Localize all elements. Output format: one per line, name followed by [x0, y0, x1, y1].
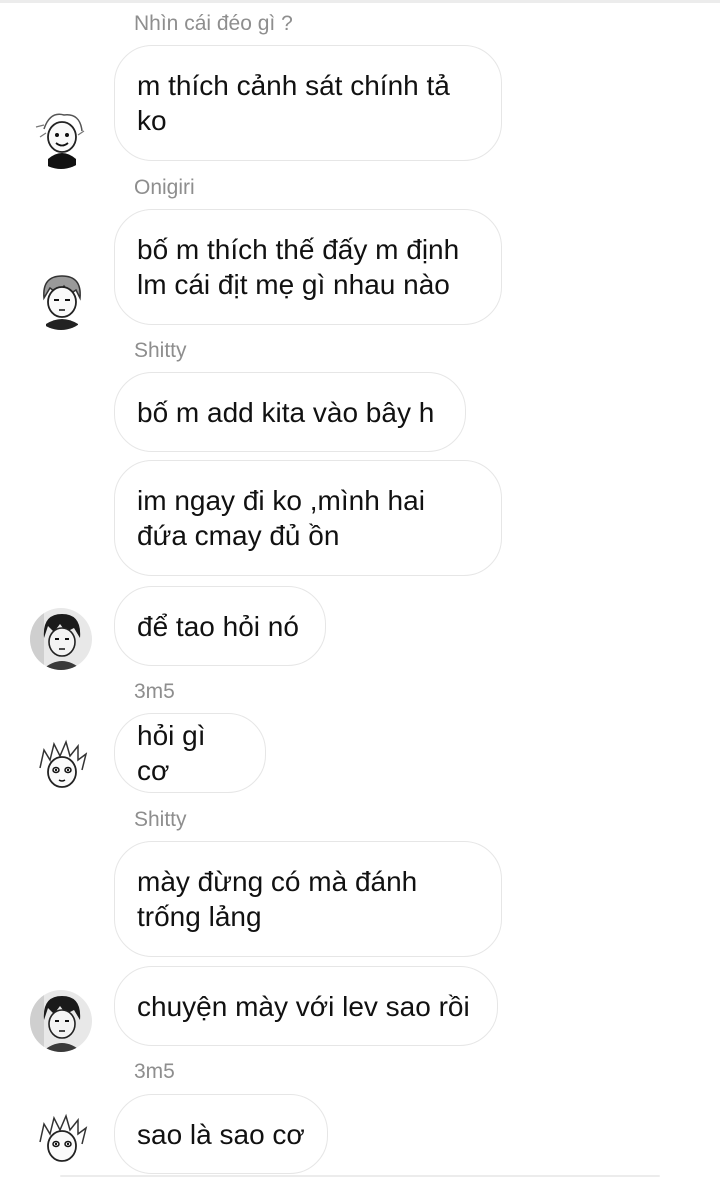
message-bubble[interactable]: sao là sao cơ [114, 1094, 328, 1174]
message-bubble[interactable]: hỏi gì cơ [114, 713, 266, 793]
message-bubble[interactable]: m thích cảnh sát chính tả ko [114, 45, 502, 161]
message-text: chuyện mày với lev sao rồi [137, 990, 470, 1022]
message-text: sao là sao cơ [137, 1118, 305, 1150]
message-bubble[interactable]: bố m add kita vào bây h [114, 372, 466, 452]
sender-name: 3m5 [134, 1060, 175, 1083]
message-text: mày đừng có mà đánh trống lảng [137, 866, 418, 932]
message-bubble[interactable]: chuyện mày với lev sao rồi [114, 966, 498, 1046]
message-text: bố m thích thế đấy m định lm cái địt mẹ … [137, 234, 460, 300]
sender-name: Shitty [134, 808, 187, 831]
message-bubble[interactable]: để tao hỏi nó [114, 586, 326, 666]
top-divider [0, 0, 720, 3]
avatar-blond-smiling-icon[interactable] [30, 107, 92, 169]
sender-name: Onigiri [134, 176, 195, 199]
sender-name: Nhìn cái đéo gì ? [134, 12, 293, 35]
message-text: hỏi gì cơ [137, 720, 206, 786]
message-text: bố m add kita vào bây h [137, 396, 435, 428]
message-text: để tao hỏi nó [137, 610, 299, 642]
message-bubble[interactable]: mày đừng có mà đánh trống lảng [114, 841, 502, 957]
avatar-dark-hair-icon[interactable] [30, 608, 92, 670]
composer-divider [60, 1175, 660, 1177]
message-text: im ngay đi ko ,mình hai đứa cmay đủ ồn [137, 485, 425, 551]
avatar-gray-hair-icon[interactable] [30, 268, 92, 330]
message-bubble[interactable]: im ngay đi ko ,mình hai đứa cmay đủ ồn [114, 460, 502, 576]
message-bubble[interactable]: bố m thích thế đấy m định lm cái địt mẹ … [114, 209, 502, 325]
avatar-spiky-blond-icon[interactable] [30, 1112, 92, 1162]
avatar-spiky-blond-icon[interactable] [30, 738, 92, 800]
message-text: m thích cảnh sát chính tả ko [137, 70, 450, 136]
avatar-dark-hair-icon[interactable] [30, 990, 92, 1052]
sender-name: 3m5 [134, 680, 175, 703]
sender-name: Shitty [134, 339, 187, 362]
